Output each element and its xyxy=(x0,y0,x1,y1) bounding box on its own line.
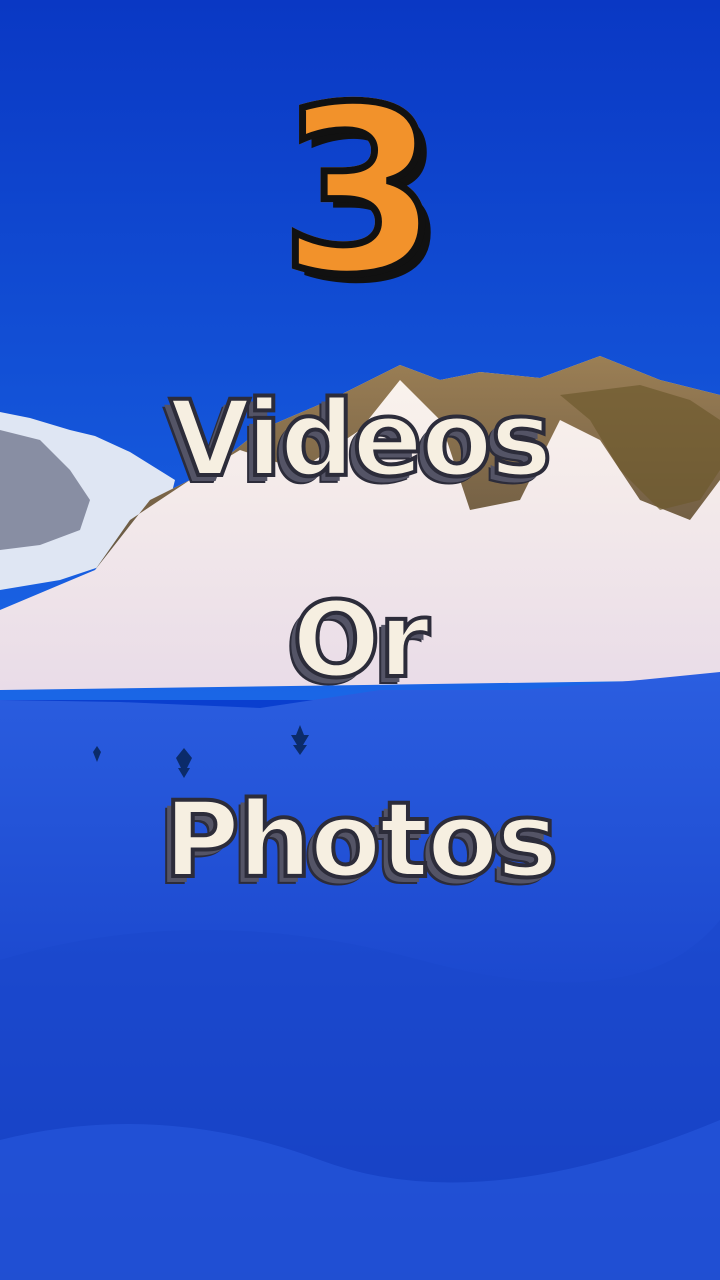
caption-line-1: Videos xyxy=(168,378,555,500)
countdown-number-text: 3 xyxy=(276,59,443,326)
caption-line-3: Photos xyxy=(162,779,561,901)
countdown-number: 3 xyxy=(0,74,720,311)
caption-line-2: Or xyxy=(290,579,432,701)
